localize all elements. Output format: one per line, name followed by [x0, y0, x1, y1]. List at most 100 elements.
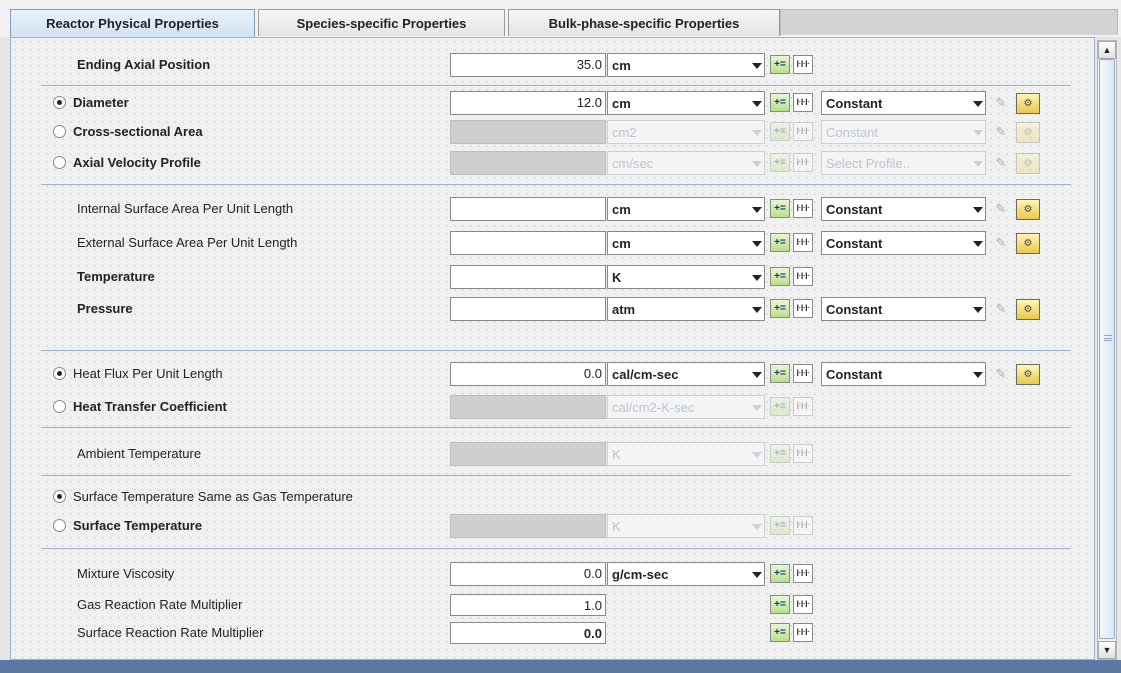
add-parameter-icon[interactable]: += — [770, 623, 790, 642]
pressure-unit-select[interactable]: atm — [607, 297, 765, 321]
heat-transfer-coefficient-radio[interactable]: Heat Transfer Coefficient — [53, 392, 227, 422]
internal-surface-area-unit-select[interactable]: cm — [607, 197, 765, 221]
pencil-icon: ✎ — [995, 301, 1007, 316]
diameter-value-field[interactable]: 12.0 — [450, 91, 606, 115]
scrollbar-thumb[interactable] — [1099, 59, 1115, 639]
add-parameter-icon[interactable]: += — [770, 93, 790, 112]
parameter-study-icon[interactable]: ŀŀŀ — [793, 199, 813, 218]
parameter-study-icon[interactable]: ŀŀŀ — [793, 93, 813, 112]
add-parameter-icon[interactable]: += — [770, 364, 790, 383]
parameter-study-icon[interactable]: ŀŀŀ — [793, 364, 813, 383]
internal-surface-area-value-field[interactable] — [450, 197, 606, 221]
section-divider — [41, 184, 1071, 185]
ending-axial-position-value-field[interactable]: 35.0 — [450, 53, 606, 77]
cross-sectional-area-unit-select: cm2 — [607, 120, 765, 144]
tab-reactor-physical-properties[interactable]: Reactor Physical Properties — [10, 9, 255, 37]
diameter-unit-select[interactable]: cm — [607, 91, 765, 115]
surface-temperature-unit-select: K — [607, 514, 765, 538]
radio-selected-icon — [53, 490, 66, 503]
mixture-viscosity-value-field[interactable]: 0.0 — [450, 562, 606, 586]
chevron-down-icon — [752, 372, 762, 378]
parameter-study-icon[interactable]: ŀŀŀ — [793, 55, 813, 74]
surface-reaction-rate-multiplier-value-field[interactable]: 0.0 — [450, 622, 606, 644]
parameter-study-icon[interactable]: ŀŀŀ — [793, 564, 813, 583]
unit-text: cm/sec — [612, 156, 654, 171]
gas-reaction-rate-multiplier-value-field[interactable]: 1.0 — [450, 594, 606, 616]
external-surface-area-value-field[interactable] — [450, 231, 606, 255]
temperature-value-field[interactable] — [450, 265, 606, 289]
heat-flux-value-field[interactable]: 0.0 — [450, 362, 606, 386]
diameter-radio[interactable]: Diameter — [53, 88, 129, 118]
add-parameter-icon[interactable]: += — [770, 299, 790, 318]
add-parameter-icon[interactable]: += — [770, 55, 790, 74]
internal-surface-area-profile-select[interactable]: Constant — [821, 197, 986, 221]
tab-species-specific-properties[interactable]: Species-specific Properties — [258, 9, 505, 36]
chevron-down-icon — [752, 130, 762, 136]
parameter-study-icon[interactable]: ŀŀŀ — [793, 267, 813, 286]
temperature-unit-select[interactable]: K — [607, 265, 765, 289]
profile-editor-icon[interactable]: ⚙ — [1016, 233, 1040, 254]
surface-temp-same-radio[interactable]: Surface Temperature Same as Gas Temperat… — [53, 482, 353, 512]
section-divider — [41, 350, 1071, 351]
ending-axial-position-unit-select[interactable]: cm — [607, 53, 765, 77]
cross-sectional-area-profile-select: Constant — [821, 120, 986, 144]
gas-reaction-rate-multiplier-label: Gas Reaction Rate Multiplier — [77, 597, 243, 612]
add-parameter-icon[interactable]: += — [770, 267, 790, 286]
vertical-scrollbar[interactable]: ▲ ▼ — [1097, 40, 1117, 660]
axial-velocity-profile-radio[interactable]: Axial Velocity Profile — [53, 148, 201, 178]
profile-editor-icon[interactable]: ⚙ — [1016, 299, 1040, 320]
profile-text: Constant — [826, 96, 883, 111]
properties-panel: Ending Axial Position 35.0 cm += ŀŀŀ Dia… — [10, 37, 1095, 660]
row-ambient-temperature: Ambient Temperature K += ŀŀŀ — [11, 439, 1094, 469]
heat-flux-profile-select[interactable]: Constant — [821, 362, 986, 386]
add-parameter-icon[interactable]: += — [770, 233, 790, 252]
heat-transfer-coefficient-label: Heat Transfer Coefficient — [73, 399, 227, 414]
cross-sectional-area-radio[interactable]: Cross-sectional Area — [53, 117, 203, 147]
ambient-temperature-label: Ambient Temperature — [77, 446, 202, 461]
scroll-down-icon[interactable]: ▼ — [1098, 641, 1116, 659]
axial-velocity-profile-unit-select: cm/sec — [607, 151, 765, 175]
chevron-down-icon — [973, 372, 983, 378]
unit-text: cm2 — [612, 125, 637, 140]
parameter-study-icon[interactable]: ŀŀŀ — [793, 299, 813, 318]
unit-text: atm — [612, 302, 636, 317]
chevron-down-icon — [752, 241, 762, 247]
parameter-study-icon: ŀŀŀ — [793, 397, 813, 416]
temperature-label: Temperature — [77, 269, 155, 284]
pressure-profile-select[interactable]: Constant — [821, 297, 986, 321]
chevron-down-icon — [752, 572, 762, 578]
axial-velocity-profile-value-field — [450, 151, 606, 175]
add-parameter-icon[interactable]: += — [770, 199, 790, 218]
pressure-value-field[interactable] — [450, 297, 606, 321]
surface-temperature-radio[interactable]: Surface Temperature — [53, 511, 202, 541]
add-parameter-icon[interactable]: += — [770, 595, 790, 614]
profile-editor-icon: ⚙ — [1016, 122, 1040, 143]
external-surface-area-profile-select[interactable]: Constant — [821, 231, 986, 255]
add-parameter-icon[interactable]: += — [770, 564, 790, 583]
ambient-temperature-value-field — [450, 442, 606, 466]
external-surface-area-unit-select[interactable]: cm — [607, 231, 765, 255]
pencil-icon: ✎ — [995, 201, 1007, 216]
chevron-down-icon — [752, 275, 762, 281]
row-ending-axial-position: Ending Axial Position 35.0 cm += ŀŀŀ — [11, 50, 1094, 80]
radio-unselected-icon — [53, 400, 66, 413]
heat-flux-radio[interactable]: Heat Flux Per Unit Length — [53, 359, 223, 389]
pressure-label: Pressure — [77, 301, 133, 316]
profile-editor-icon[interactable]: ⚙ — [1016, 364, 1040, 385]
tab-bulk-phase-specific-properties[interactable]: Bulk-phase-specific Properties — [508, 9, 780, 36]
mixture-viscosity-unit-select[interactable]: g/cm-sec — [607, 562, 765, 586]
parameter-study-icon[interactable]: ŀŀŀ — [793, 623, 813, 642]
profile-editor-icon[interactable]: ⚙ — [1016, 199, 1040, 220]
axial-velocity-profile-label: Axial Velocity Profile — [73, 155, 201, 170]
profile-text: Constant — [826, 236, 883, 251]
row-external-surface-area: External Surface Area Per Unit Length cm… — [11, 228, 1094, 258]
parameter-study-icon[interactable]: ŀŀŀ — [793, 595, 813, 614]
diameter-profile-select[interactable]: Constant — [821, 91, 986, 115]
parameter-study-icon[interactable]: ŀŀŀ — [793, 233, 813, 252]
add-parameter-icon: += — [770, 122, 790, 141]
scroll-up-icon[interactable]: ▲ — [1098, 41, 1116, 59]
heat-flux-unit-select[interactable]: cal/cm-sec — [607, 362, 765, 386]
profile-editor-icon[interactable]: ⚙ — [1016, 93, 1040, 114]
surface-temperature-label: Surface Temperature — [73, 518, 203, 533]
bottom-border-strip — [0, 660, 1121, 673]
